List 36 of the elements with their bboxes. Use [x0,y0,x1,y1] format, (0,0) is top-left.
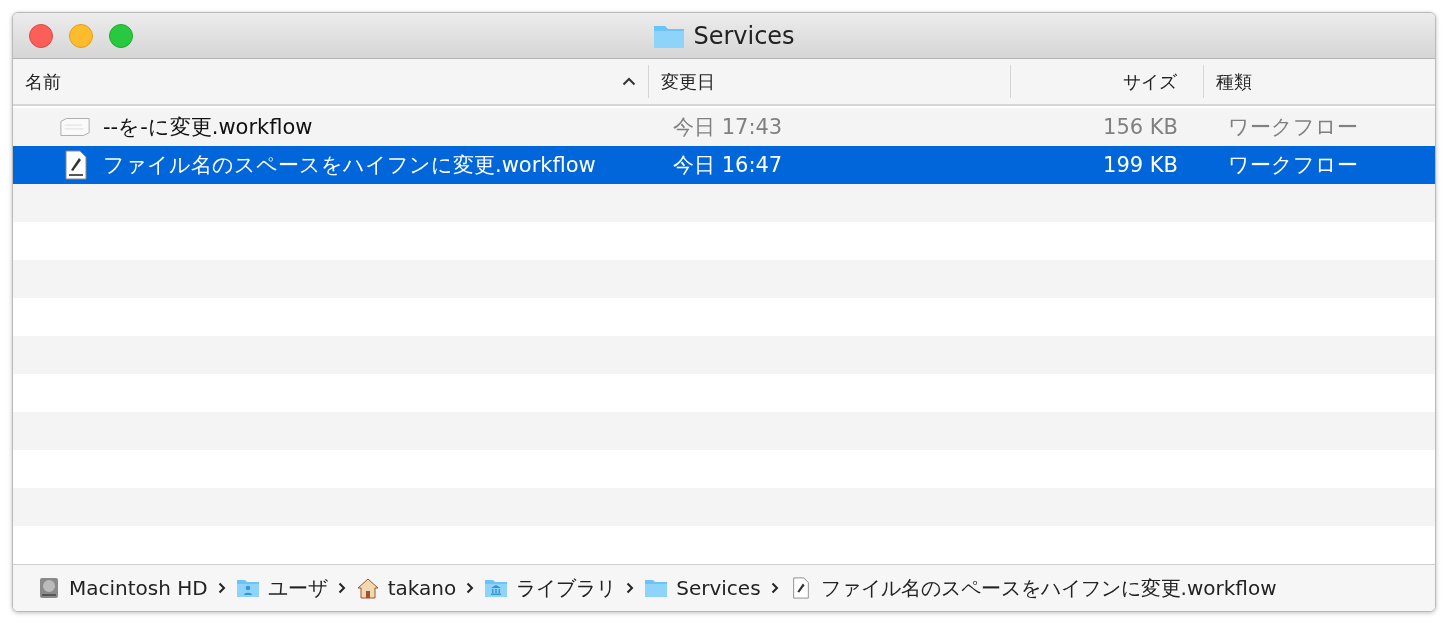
file-name: ファイル名のスペースをハイフンに変更.workflow [103,152,596,179]
chevron-right-icon [626,582,635,594]
chevron-right-icon [770,582,779,594]
path-item[interactable]: ライブラリ [484,574,617,602]
library-folder-icon [484,577,509,599]
path-item[interactable]: takano [355,576,457,600]
column-header[interactable]: 変更日 [649,65,1011,98]
close-button[interactable] [29,23,53,48]
column-header[interactable]: 名前 [13,65,649,98]
workflow-file-icon [65,150,87,180]
folder-icon [644,577,669,599]
file-name: --を-に変更.workflow [103,114,313,141]
column-header[interactable]: 種類 [1204,65,1435,98]
minimize-button[interactable] [69,23,93,48]
chevron-right-icon [217,582,226,594]
home-icon [355,577,380,599]
sort-chevron-icon [622,77,636,86]
document-icon [59,117,91,137]
column-header[interactable]: サイズ [1011,65,1204,98]
user-folder-icon [235,577,260,599]
zoom-button[interactable] [109,23,133,48]
modified-date: 今日 16:47 [673,152,783,179]
file-row[interactable]: --を-に変更.workflow 今日 17:43 156 KB ワークフロー [13,108,1435,146]
path-item[interactable]: ユーザ [235,574,328,602]
window-title: Services [693,21,795,50]
modified-date: 今日 17:43 [673,114,783,141]
file-size: 199 KB [1103,153,1178,177]
file-row[interactable]: ファイル名のスペースをハイフンに変更.workflow 今日 16:47 199 KB ワークフロー [13,146,1435,184]
file-size: 156 KB [1103,115,1178,139]
path-item[interactable]: ファイル名のスペースをハイフンに変更.workflow [788,574,1277,602]
file-kind: ワークフロー [1228,114,1358,141]
path-item[interactable]: Macintosh HD [37,576,208,600]
path-item[interactable]: Services [644,576,761,600]
chevron-right-icon [337,582,346,594]
chevron-right-icon [466,582,475,594]
file-kind: ワークフロー [1228,152,1358,179]
